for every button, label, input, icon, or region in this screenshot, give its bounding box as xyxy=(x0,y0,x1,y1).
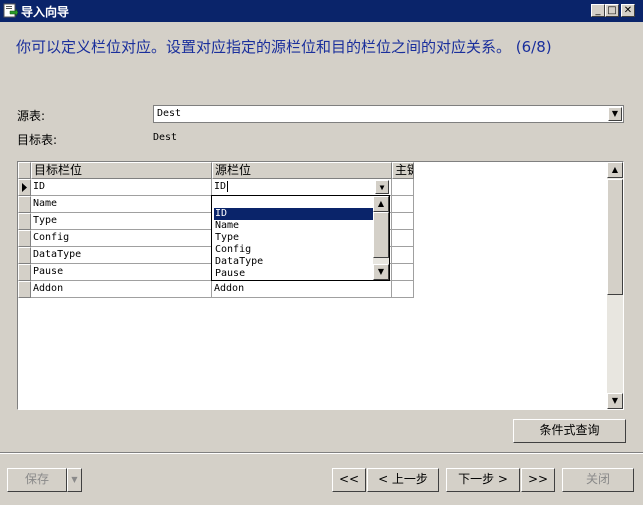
target-field-cell[interactable]: ID xyxy=(31,179,212,196)
target-field-cell[interactable]: DataType xyxy=(31,247,212,264)
window-title: 导入向导 xyxy=(21,5,70,19)
minimize-button[interactable]: _ xyxy=(591,4,605,17)
dropdown-option[interactable]: Name xyxy=(214,220,373,232)
row-selector[interactable] xyxy=(18,213,31,230)
column-header-target[interactable]: 目标栏位 xyxy=(31,162,212,179)
source-table-select[interactable]: Dest ▼ xyxy=(153,105,624,123)
import-wizard-icon xyxy=(3,3,18,18)
previous-step-button[interactable]: < 上一步 xyxy=(367,468,439,492)
scroll-thumb[interactable] xyxy=(373,212,389,258)
scroll-up-icon[interactable]: ▲ xyxy=(607,162,623,178)
row-selector[interactable] xyxy=(18,247,31,264)
row-selector[interactable] xyxy=(18,264,31,281)
target-field-cell[interactable]: Config xyxy=(31,230,212,247)
row-selector[interactable] xyxy=(18,179,31,196)
primary-key-cell[interactable] xyxy=(392,196,414,213)
scroll-thumb[interactable] xyxy=(607,179,623,295)
row-selector[interactable] xyxy=(18,230,31,247)
dropdown-option[interactable]: DataType xyxy=(214,256,373,268)
target-field-cell[interactable]: Pause xyxy=(31,264,212,281)
target-field-cell[interactable]: Name xyxy=(31,196,212,213)
dropdown-option[interactable]: ID xyxy=(214,208,373,220)
scroll-down-icon[interactable]: ▼ xyxy=(373,264,389,280)
source-table-label: 源表: xyxy=(17,109,46,123)
source-field-combo[interactable]: ID ▼ xyxy=(212,179,392,196)
conditional-query-button[interactable]: 条件式查询 xyxy=(513,419,626,443)
chevron-down-icon[interactable]: ▼ xyxy=(608,107,622,121)
close-window-button[interactable]: ✕ xyxy=(621,4,635,17)
dropdown-option[interactable]: Config xyxy=(214,244,373,256)
source-field-value: ID xyxy=(214,181,227,192)
scroll-down-icon[interactable]: ▼ xyxy=(607,393,623,409)
close-button[interactable]: 关闭 xyxy=(562,468,634,492)
next-step-button[interactable]: 下一步 > xyxy=(446,468,520,492)
maximize-button[interactable]: □ xyxy=(605,4,619,17)
primary-key-cell[interactable] xyxy=(392,230,414,247)
row-selector[interactable] xyxy=(18,281,31,298)
grid-corner xyxy=(18,162,31,179)
dropdown-scrollbar[interactable]: ▲ ▼ xyxy=(373,196,389,280)
source-table-value: Dest xyxy=(157,108,182,119)
source-field-dropdown-list[interactable]: ID Name Type Config DataType Pause ▲ ▼ xyxy=(211,195,390,281)
primary-key-cell[interactable] xyxy=(392,281,414,298)
save-options-chevron-down-icon[interactable]: ▼ xyxy=(67,468,82,492)
grid-vertical-scrollbar[interactable]: ▲ ▼ xyxy=(607,162,623,409)
title-bar: 导入向导 _ □ ✕ xyxy=(0,0,643,22)
target-field-cell[interactable]: Addon xyxy=(31,281,212,298)
column-header-primary-key[interactable]: 主键 xyxy=(392,162,414,179)
chevron-down-icon[interactable]: ▼ xyxy=(375,180,389,194)
target-field-cell[interactable]: Type xyxy=(31,213,212,230)
primary-key-cell[interactable] xyxy=(392,179,414,196)
source-field-cell[interactable]: Addon xyxy=(212,281,392,298)
column-header-source[interactable]: 源栏位 xyxy=(212,162,392,179)
save-button[interactable]: 保存 xyxy=(7,468,67,492)
dropdown-option[interactable]: Pause xyxy=(214,268,373,280)
row-selector[interactable] xyxy=(18,196,31,213)
dropdown-option[interactable]: Type xyxy=(214,232,373,244)
primary-key-cell[interactable] xyxy=(392,247,414,264)
current-row-arrow-icon xyxy=(22,183,27,192)
target-table-value: Dest xyxy=(153,132,178,143)
first-step-button[interactable]: << xyxy=(332,468,366,492)
primary-key-cell[interactable] xyxy=(392,213,414,230)
primary-key-cell[interactable] xyxy=(392,264,414,281)
last-step-button[interactable]: >> xyxy=(521,468,555,492)
scroll-up-icon[interactable]: ▲ xyxy=(373,196,389,212)
footer-separator xyxy=(0,452,643,454)
target-table-label: 目标表: xyxy=(17,133,58,147)
wizard-step-heading: 你可以定义栏位对应。设置对应指定的源栏位和目的栏位之间的对应关系。 (6/8) xyxy=(16,38,552,56)
